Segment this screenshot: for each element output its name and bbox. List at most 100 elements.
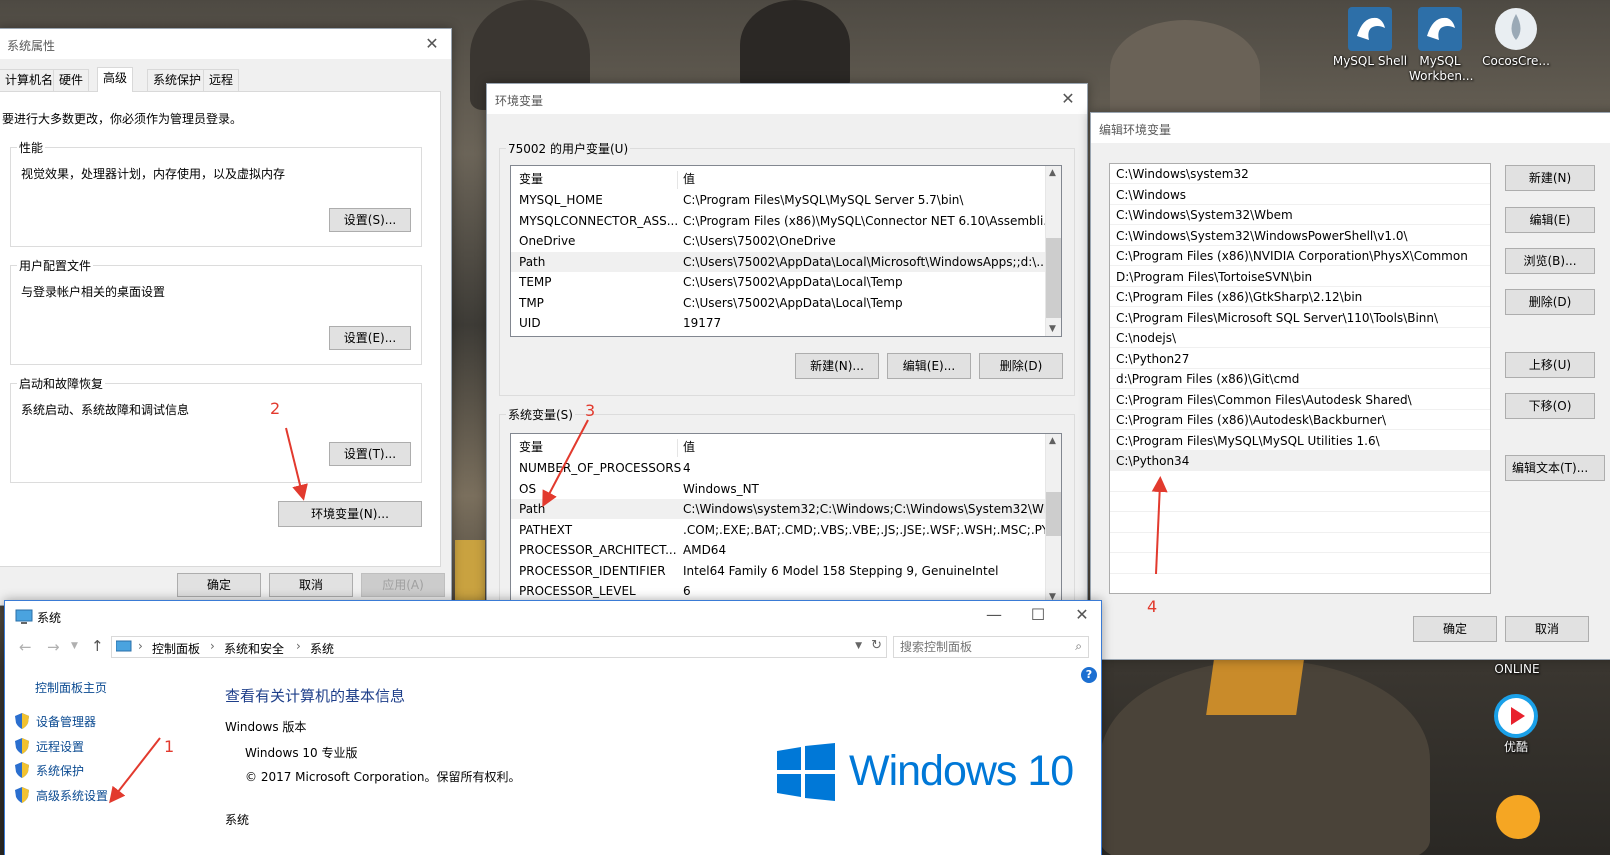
tab-computer-name[interactable]: 计算机名	[0, 69, 60, 91]
column-header-value[interactable]: 值	[683, 169, 695, 189]
desktop-icon-mysql-shell[interactable]: MySQL Shell	[1330, 6, 1410, 69]
scrollbar-thumb[interactable]	[1046, 238, 1061, 318]
path-entry[interactable]: C:\Windows\system32	[1110, 164, 1490, 184]
table-row[interactable]: TEMP C:\Users\75002\AppData\Local\Temp	[511, 272, 1047, 292]
table-row[interactable]: MYSQL_HOME C:\Program Files\MySQL\MySQL S…	[511, 190, 1047, 210]
user-delete-button[interactable]: 删除(D)	[979, 353, 1063, 379]
help-icon[interactable]: ?	[1081, 667, 1097, 683]
search-icon[interactable]: ⌕	[1075, 639, 1082, 654]
table-row[interactable]: PROCESSOR_IDENTIFIER Intel64 Family 6 Mod…	[511, 561, 1047, 581]
search-input[interactable]	[900, 639, 1060, 655]
path-entry[interactable]: C:\Program Files (x86)\GtkSharp\2.12\bin	[1110, 287, 1490, 307]
breadcrumb-control-panel[interactable]: 控制面板	[152, 640, 200, 657]
path-entry[interactable]: C:\Windows\System32\Wbem	[1110, 205, 1490, 225]
path-entry[interactable]: C:\Program Files (x86)\Autodesk\Backburn…	[1110, 410, 1490, 430]
scrollbar[interactable]: ▲ ▼	[1045, 166, 1061, 336]
table-row[interactable]: Path C:\Users\75002\AppData\Local\Microso…	[511, 251, 1048, 272]
up-arrow-icon[interactable]: ↑	[91, 637, 104, 655]
table-row[interactable]: TMP C:\Users\75002\AppData\Local\Temp	[511, 293, 1047, 313]
edit-text-button[interactable]: 编辑文本(T)...	[1505, 455, 1605, 481]
back-arrow-icon[interactable]: ←	[19, 638, 32, 656]
cancel-button[interactable]: 取消	[269, 573, 353, 597]
column-header-variable[interactable]: 变量	[519, 169, 543, 189]
path-entry-text: C:\Program Files\MySQL\MySQL Utilities 1…	[1116, 433, 1380, 448]
path-list[interactable]: C:\Windows\system32 C:\Windows C:\Windows\…	[1109, 163, 1491, 594]
minimize-button[interactable]: —	[983, 604, 1005, 626]
variable-value: AMD64	[683, 543, 727, 557]
table-row[interactable]: PROCESSOR_LEVEL 6	[511, 581, 1047, 601]
refresh-icon[interactable]: ↻	[871, 638, 882, 653]
column-header-variable[interactable]: 变量	[519, 437, 543, 457]
desktop-icon-cocos[interactable]: CocosCre...	[1476, 6, 1556, 69]
close-button[interactable]: ✕	[1057, 88, 1079, 110]
scrollbar[interactable]: ▲ ▼	[1045, 434, 1061, 604]
table-row[interactable]: PROCESSOR_ARCHITECT... AMD64	[511, 540, 1047, 560]
path-entry[interactable]: C:\Python27	[1110, 349, 1490, 369]
path-entry[interactable]: d:\Program Files (x86)\Git\cmd	[1110, 369, 1490, 389]
list-header[interactable]: 变量 值	[511, 169, 1047, 189]
desktop-icon-youku[interactable]: 优酷	[1480, 694, 1552, 755]
group-title: 75002 的用户变量(U)	[506, 140, 631, 157]
path-edit-button[interactable]: 编辑(E)	[1505, 207, 1595, 233]
path-new-button[interactable]: 新建(N)	[1505, 165, 1595, 191]
search-box[interactable]: ⌕	[893, 636, 1089, 658]
user-edit-button[interactable]: 编辑(E)...	[887, 353, 971, 379]
user-variables-list[interactable]: 变量 值 MYSQL_HOME C:\Program Files\MySQL\My…	[510, 165, 1062, 337]
variable-value: C:\Users\75002\AppData\Local\Temp	[683, 275, 903, 289]
user-new-button[interactable]: 新建(N)...	[795, 353, 879, 379]
list-header[interactable]: 变量 值	[511, 437, 1047, 457]
environment-variables-button[interactable]: 环境变量(N)...	[278, 501, 422, 527]
path-entry[interactable]: C:\nodejs\	[1110, 328, 1490, 348]
tab-advanced[interactable]: 高级	[97, 67, 134, 92]
performance-settings-button[interactable]: 设置(S)...	[329, 208, 411, 232]
app-icon[interactable]	[1496, 795, 1540, 839]
path-entry[interactable]: C:\Windows	[1110, 185, 1490, 205]
forward-arrow-icon[interactable]: →	[47, 638, 60, 656]
chevron-down-icon[interactable]: ▼	[855, 641, 862, 651]
maximize-button[interactable]: ☐	[1027, 604, 1049, 626]
table-row[interactable]: OneDrive C:\Users\75002\OneDrive	[511, 231, 1047, 251]
system-variables-list[interactable]: 变量 值 NUMBER_OF_PROCESSORS 4 OS Windows_NT Pa…	[510, 433, 1062, 605]
tab-remote[interactable]: 远程	[203, 69, 240, 91]
desktop-icon-mysql-workbench[interactable]: MySQL Workben...	[1400, 6, 1480, 84]
startup-settings-button[interactable]: 设置(T)...	[329, 442, 411, 466]
cancel-button[interactable]: 取消	[1505, 616, 1589, 642]
close-button[interactable]: ✕	[421, 33, 443, 55]
variable-value: C:\Program Files (x86)\MySQL\Connector N…	[683, 213, 1055, 228]
apply-button[interactable]: 应用(A)	[361, 573, 445, 597]
close-button[interactable]: ✕	[1071, 604, 1093, 626]
path-entry[interactable]: C:\Program Files (x86)\NVIDIA Corporatio…	[1110, 246, 1490, 266]
tab-hardware[interactable]: 硬件	[53, 69, 90, 91]
address-bar[interactable]: › 控制面板 › 系统和安全 › 系统 ▼ ↻	[111, 636, 887, 658]
table-row[interactable]: UID 19177	[511, 313, 1047, 333]
profile-settings-button[interactable]: 设置(E)...	[329, 326, 411, 350]
path-entry[interactable]: C:\Python34	[1110, 451, 1490, 471]
path-delete-button[interactable]: 删除(D)	[1505, 289, 1595, 315]
scroll-up-icon[interactable]: ▲	[1049, 436, 1056, 446]
breadcrumb-system[interactable]: 系统	[310, 640, 334, 657]
chevron-down-icon[interactable]: ▼	[71, 641, 78, 651]
path-entry[interactable]: C:\Windows\System32\WindowsPowerShell\v1…	[1110, 226, 1490, 246]
column-header-value[interactable]: 值	[683, 437, 695, 457]
table-row[interactable]: PATHEXT .COM;.EXE;.BAT;.CMD;.VBS;.VBE;.JS…	[511, 520, 1049, 540]
path-entry[interactable]: D:\Program Files\TortoiseSVN\bin	[1110, 267, 1490, 287]
table-row[interactable]: Path C:\Windows\system32;C:\Windows;C:\Wi…	[511, 499, 1061, 519]
ok-button[interactable]: 确定	[1413, 616, 1497, 642]
path-browse-button[interactable]: 浏览(B)...	[1505, 248, 1595, 274]
scroll-up-icon[interactable]: ▲	[1049, 168, 1056, 178]
path-entry[interactable]: C:\Program Files\MySQL\MySQL Utilities 1…	[1110, 431, 1490, 451]
ok-button[interactable]: 确定	[177, 573, 261, 597]
path-entry[interactable]: C:\Program Files\Microsoft SQL Server\11…	[1110, 308, 1490, 328]
table-row[interactable]: NUMBER_OF_PROCESSORS 4	[511, 458, 1047, 478]
scroll-down-icon[interactable]: ▼	[1049, 324, 1056, 334]
sidebar-home-link[interactable]: 控制面板主页	[35, 679, 107, 696]
table-row[interactable]: OS Windows_NT	[511, 479, 1047, 499]
path-move-up-button[interactable]: 上移(U)	[1505, 352, 1595, 378]
tab-system-protection[interactable]: 系统保护	[147, 69, 208, 91]
path-entry[interactable]: C:\Program Files\Common Files\Autodesk S…	[1110, 390, 1490, 410]
edit-environment-variable-window: 编辑环境变量 C:\Windows\system32 C:\Windows C:\W…	[1090, 112, 1610, 660]
scrollbar-thumb[interactable]	[1046, 492, 1061, 536]
breadcrumb-security[interactable]: 系统和安全	[224, 640, 284, 657]
path-move-down-button[interactable]: 下移(O)	[1505, 393, 1595, 419]
table-row[interactable]: MYSQLCONNECTOR_ASS... C:\Program Files (x…	[511, 211, 1055, 231]
